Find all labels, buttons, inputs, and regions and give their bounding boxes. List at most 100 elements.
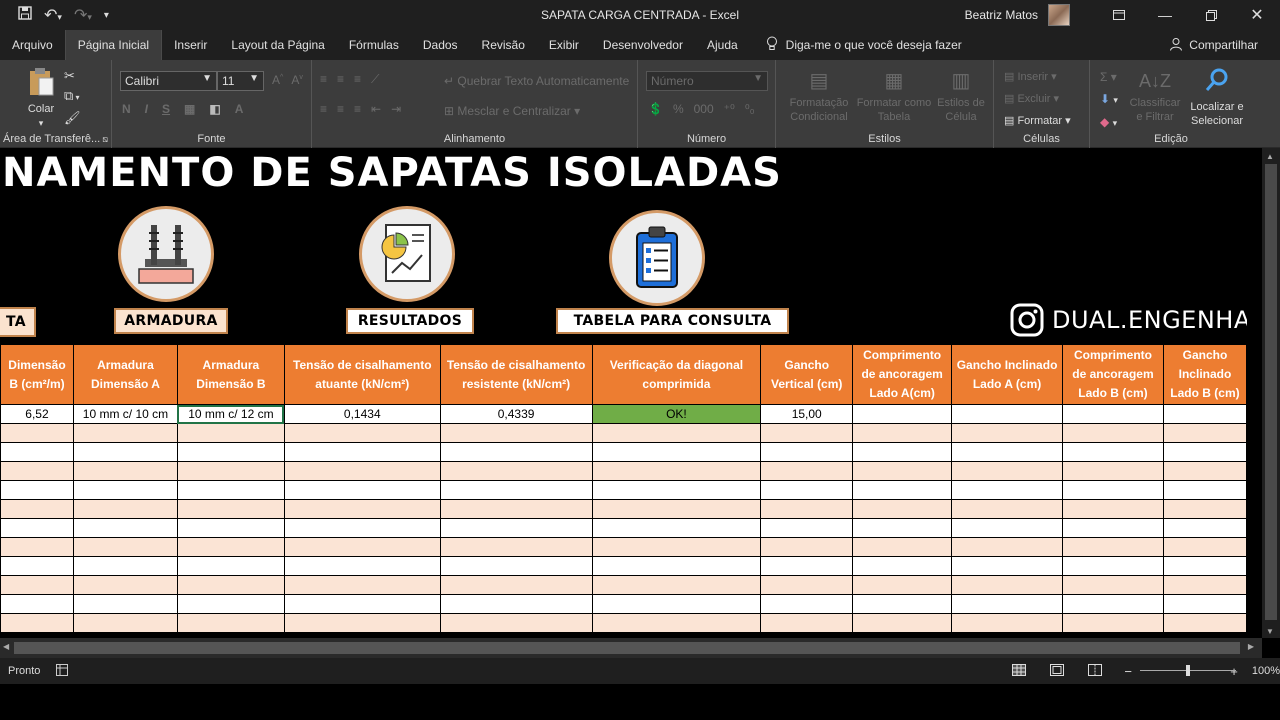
- find-select-button[interactable]: Localizar e Selecionar: [1184, 66, 1250, 128]
- insert-cells-button[interactable]: ▤ Inserir ▾: [1004, 66, 1071, 88]
- normal-view-icon[interactable]: [1012, 663, 1027, 679]
- align-right-icon[interactable]: ≡: [354, 102, 361, 116]
- tab-pagina-inicial[interactable]: Página Inicial: [64, 30, 163, 60]
- grow-font-icon[interactable]: A^: [272, 73, 283, 87]
- fill-icon[interactable]: ⬇ ▾: [1100, 88, 1118, 111]
- align-center-icon[interactable]: ≡: [337, 102, 344, 116]
- cell[interactable]: [1162, 404, 1247, 424]
- orientation-icon[interactable]: ⟋: [371, 72, 379, 87]
- paste-button[interactable]: Colar ▾: [22, 66, 60, 130]
- cell-styles-button[interactable]: ▥ Estilos de Célula: [934, 66, 988, 124]
- armadura-button[interactable]: ARMADURA: [114, 308, 228, 334]
- tabela-icon[interactable]: [609, 210, 705, 306]
- vertical-scroll-thumb[interactable]: [1265, 164, 1277, 620]
- zoom-level[interactable]: 100%: [1252, 665, 1280, 677]
- merge-center-button[interactable]: ⊞ Mesclar e Centralizar ▾: [444, 104, 580, 118]
- shrink-font-icon[interactable]: Av: [291, 73, 303, 87]
- selected-cell[interactable]: 10 mm c/ 12 cm▼: [176, 404, 285, 424]
- status-cell[interactable]: OK!: [591, 404, 762, 424]
- percent-icon[interactable]: %: [673, 102, 684, 116]
- cell[interactable]: 0,4339: [439, 404, 593, 424]
- increase-indent-icon[interactable]: ⇥: [391, 102, 401, 116]
- autosum-icon[interactable]: Σ ▾: [1100, 66, 1118, 88]
- tab-exibir[interactable]: Exibir: [537, 30, 591, 60]
- font-name-select[interactable]: Calibri ▼: [120, 71, 217, 91]
- conditional-format-button[interactable]: ▤ Formatação Condicional: [782, 66, 856, 124]
- format-painter-icon[interactable]: 🖌: [64, 108, 81, 128]
- avatar[interactable]: [1048, 4, 1070, 26]
- tabela-consulta-button[interactable]: TABELA PARA CONSULTA: [556, 308, 789, 334]
- wrap-text-button[interactable]: ↵ Quebrar Texto Automaticamente: [444, 74, 629, 88]
- currency-icon[interactable]: 💲: [648, 102, 663, 116]
- cell[interactable]: 0,1434: [283, 404, 441, 424]
- decrease-indent-icon[interactable]: ⇤: [371, 102, 381, 116]
- tab-desenvolvedor[interactable]: Desenvolvedor: [591, 30, 695, 60]
- redo-icon[interactable]: ↷▾: [74, 5, 92, 25]
- zoom-in-icon[interactable]: +: [1230, 664, 1238, 679]
- thousands-icon[interactable]: 000: [694, 102, 714, 116]
- fill-color-icon[interactable]: ◧: [209, 102, 220, 116]
- sort-filter-button[interactable]: A↓Z Classificar e Filtrar: [1128, 66, 1182, 124]
- tab-layout-da-pagina[interactable]: Layout da Página: [219, 30, 336, 60]
- scroll-up-icon[interactable]: ▲: [1266, 152, 1274, 161]
- cell[interactable]: [951, 404, 1063, 424]
- format-as-table-button[interactable]: ▦ Formatar como Tabela: [856, 66, 932, 124]
- zoom-out-icon[interactable]: −: [1124, 664, 1132, 679]
- tab-inserir[interactable]: Inserir: [162, 30, 219, 60]
- horizontal-scroll-thumb[interactable]: [14, 642, 1240, 654]
- tab-revisao[interactable]: Revisão: [470, 30, 537, 60]
- font-color-icon[interactable]: A: [235, 102, 244, 116]
- resultados-button[interactable]: RESULTADOS: [346, 308, 474, 334]
- page-break-view-icon[interactable]: [1088, 663, 1103, 679]
- worksheet[interactable]: NAMENTO DE SAPATAS ISOLADAS TA ARMADURA …: [0, 148, 1247, 635]
- clear-icon[interactable]: ◆ ▾: [1100, 111, 1118, 134]
- align-top-icon[interactable]: ≡: [320, 72, 327, 87]
- scroll-down-icon[interactable]: ▼: [1266, 627, 1274, 636]
- tell-me-box[interactable]: Diga-me o que você deseja fazer: [750, 36, 962, 54]
- bold-icon[interactable]: N: [122, 102, 131, 116]
- zoom-slider[interactable]: [1140, 665, 1237, 677]
- vertical-scrollbar[interactable]: ▲ ▼: [1262, 148, 1280, 638]
- cell[interactable]: 15,00: [760, 404, 854, 424]
- delete-cells-button[interactable]: ▤ Excluir ▾: [1004, 88, 1071, 110]
- tab-formulas[interactable]: Fórmulas: [337, 30, 411, 60]
- number-format-select[interactable]: Número ▼: [646, 71, 768, 91]
- font-size-select[interactable]: 11 ▼: [217, 71, 264, 91]
- tab-arquivo[interactable]: Arquivo: [0, 30, 65, 60]
- close-icon[interactable]: ✕: [1234, 0, 1280, 30]
- restore-icon[interactable]: [1188, 0, 1234, 30]
- share-button[interactable]: Compartilhar: [1169, 30, 1258, 60]
- cell[interactable]: [1062, 404, 1164, 424]
- ribbon-display-options-icon[interactable]: [1096, 0, 1142, 30]
- borders-icon[interactable]: ▦: [184, 102, 195, 116]
- tab-ajuda[interactable]: Ajuda: [695, 30, 750, 60]
- horizontal-scrollbar[interactable]: ◀ ▶: [0, 638, 1262, 658]
- macro-record-icon[interactable]: [56, 663, 69, 679]
- tab-dados[interactable]: Dados: [411, 30, 470, 60]
- align-left-icon[interactable]: ≡: [320, 102, 327, 116]
- cell[interactable]: 10 mm c/ 10 cm: [72, 404, 178, 424]
- armadura-icon[interactable]: [118, 206, 214, 302]
- page-layout-view-icon[interactable]: [1050, 663, 1065, 679]
- cut-icon[interactable]: ✂: [64, 66, 81, 86]
- user-name[interactable]: Beatriz Matos: [965, 8, 1038, 22]
- minimize-icon[interactable]: —: [1142, 0, 1188, 30]
- scroll-left-icon[interactable]: ◀: [3, 642, 9, 651]
- scroll-right-icon[interactable]: ▶: [1248, 642, 1254, 651]
- customize-qat-icon[interactable]: ▾: [104, 10, 109, 21]
- undo-icon[interactable]: ↶▾: [44, 5, 62, 25]
- align-middle-icon[interactable]: ≡: [337, 72, 344, 87]
- cell[interactable]: [852, 404, 953, 424]
- underline-icon[interactable]: S: [162, 102, 170, 116]
- italic-icon[interactable]: I: [145, 102, 148, 116]
- format-cells-button[interactable]: ▤ Formatar ▾: [1004, 110, 1071, 132]
- dialog-launcher-icon[interactable]: ⧅: [102, 134, 108, 145]
- nav-button-left[interactable]: TA: [0, 307, 36, 337]
- copy-icon[interactable]: ⧉ ▾: [64, 86, 81, 108]
- increase-decimal-icon[interactable]: ⁺⁰: [724, 102, 735, 116]
- cell[interactable]: 6,52: [0, 404, 74, 424]
- save-icon[interactable]: [18, 6, 32, 24]
- decrease-decimal-icon[interactable]: ⁰₀: [745, 102, 755, 116]
- align-bottom-icon[interactable]: ≡: [354, 72, 361, 87]
- resultados-icon[interactable]: [359, 206, 455, 302]
